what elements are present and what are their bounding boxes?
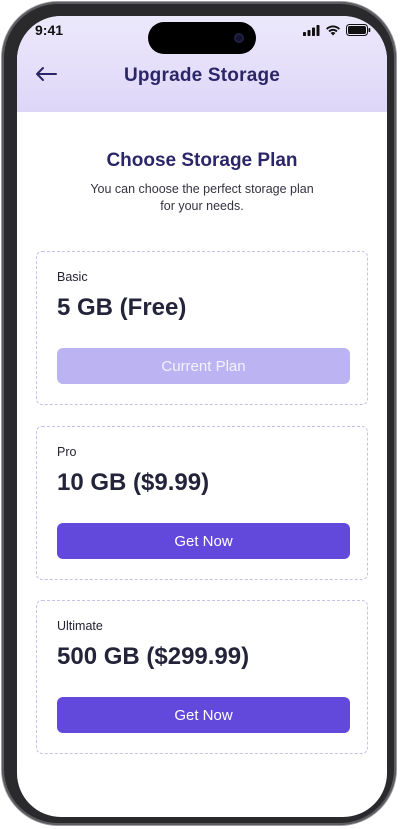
page-title: Upgrade Storage (123, 65, 281, 86)
get-now-button-ultimate[interactable]: Get Now (57, 697, 350, 733)
app-header: 9:41 Upgrade Storage (17, 16, 387, 112)
section-subtitle: You can choose the perfect storage plan … (90, 182, 314, 213)
plan-card-ultimate: Ultimate 500 GB ($299.99) Get Now (36, 600, 368, 754)
plan-name: Pro (57, 445, 77, 459)
get-now-button-pro[interactable]: Get Now (57, 523, 350, 559)
battery-icon (346, 24, 371, 36)
phone-frame: 9:41 Upgrade Storage Choose Storage Plan… (2, 2, 396, 825)
status-icons (303, 24, 371, 36)
plan-card-basic: Basic 5 GB (Free) Current Plan (36, 251, 368, 405)
current-plan-button[interactable]: Current Plan (57, 348, 350, 384)
camera-icon (234, 33, 244, 43)
section-title: Choose Storage Plan (106, 150, 298, 171)
plan-card-pro: Pro 10 GB ($9.99) Get Now (36, 426, 368, 580)
status-time: 9:41 (35, 22, 64, 38)
wifi-icon (326, 25, 340, 35)
signal-icon (303, 24, 320, 36)
dynamic-island (148, 22, 256, 54)
plan-name: Ultimate (57, 619, 103, 633)
plan-size: 5 GB (Free) (57, 294, 187, 321)
plan-size: 10 GB ($9.99) (57, 469, 210, 496)
plan-size: 500 GB ($299.99) (57, 643, 250, 670)
app-screen: 9:41 Upgrade Storage Choose Storage Plan… (17, 16, 387, 817)
plan-name: Basic (57, 270, 88, 284)
home-indicator (139, 803, 265, 808)
